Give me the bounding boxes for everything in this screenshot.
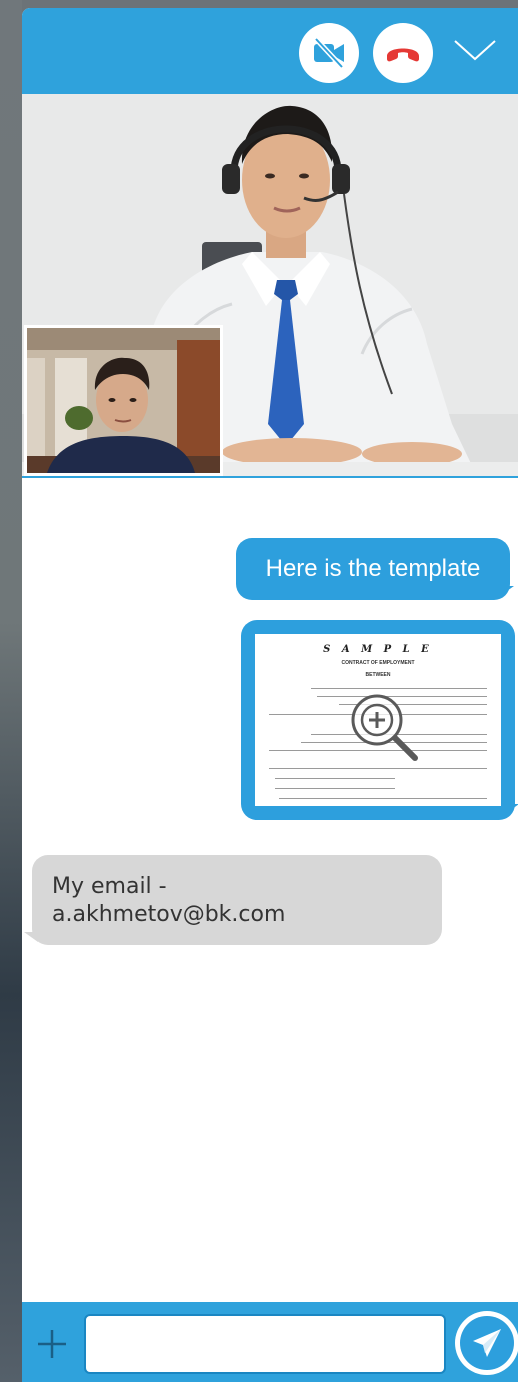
- send-icon: [473, 1329, 501, 1357]
- chevron-down-icon: [454, 40, 496, 61]
- document-title: S A M P L E: [323, 644, 433, 655]
- send-button[interactable]: [455, 1311, 518, 1375]
- zoom-in-icon: [351, 694, 418, 761]
- bubble-tail: [505, 804, 518, 814]
- video-chat-window: Here is the template S A M P L E CONTRAC…: [22, 8, 518, 1382]
- document-subtitle: CONTRACT OF EMPLOYMENT: [341, 660, 415, 666]
- send-button-face: [460, 1316, 514, 1370]
- attachment-message[interactable]: S A M P L E CONTRACT OF EMPLOYMENT BETWE…: [241, 620, 515, 820]
- incoming-message: My email - a.akhmetov@bk.com: [32, 855, 442, 945]
- bubble-tail: [500, 586, 514, 596]
- message-input[interactable]: [84, 1314, 446, 1374]
- call-header: [22, 8, 518, 94]
- message-text: Here is the template: [265, 555, 481, 582]
- document-heading: BETWEEN: [365, 672, 391, 678]
- phone-hangup-icon: [387, 48, 419, 62]
- remote-video: [22, 94, 518, 478]
- document-thumbnail[interactable]: S A M P L E CONTRACT OF EMPLOYMENT BETWE…: [255, 634, 501, 806]
- document-line: [279, 798, 487, 799]
- collapse-button[interactable]: [450, 30, 500, 70]
- end-call-button[interactable]: [373, 23, 433, 83]
- message-list: Here is the template S A M P L E CONTRAC…: [22, 478, 518, 1302]
- outgoing-message: Here is the template: [236, 538, 510, 600]
- self-video-preview[interactable]: [24, 325, 223, 476]
- message-composer: [22, 1302, 518, 1382]
- document-line: [275, 788, 395, 789]
- desktop-background: [0, 0, 22, 1382]
- bubble-tail: [24, 932, 38, 942]
- plus-icon: [38, 1330, 66, 1358]
- local-participant-image: [27, 328, 220, 473]
- document-line: [275, 778, 395, 779]
- document-line: [269, 768, 487, 769]
- message-text-line: a.akhmetov@bk.com: [52, 902, 286, 927]
- attach-button[interactable]: [36, 1328, 68, 1360]
- toggle-video-button[interactable]: [299, 23, 359, 83]
- message-text-line: My email -: [52, 874, 167, 899]
- video-off-icon: [314, 37, 344, 69]
